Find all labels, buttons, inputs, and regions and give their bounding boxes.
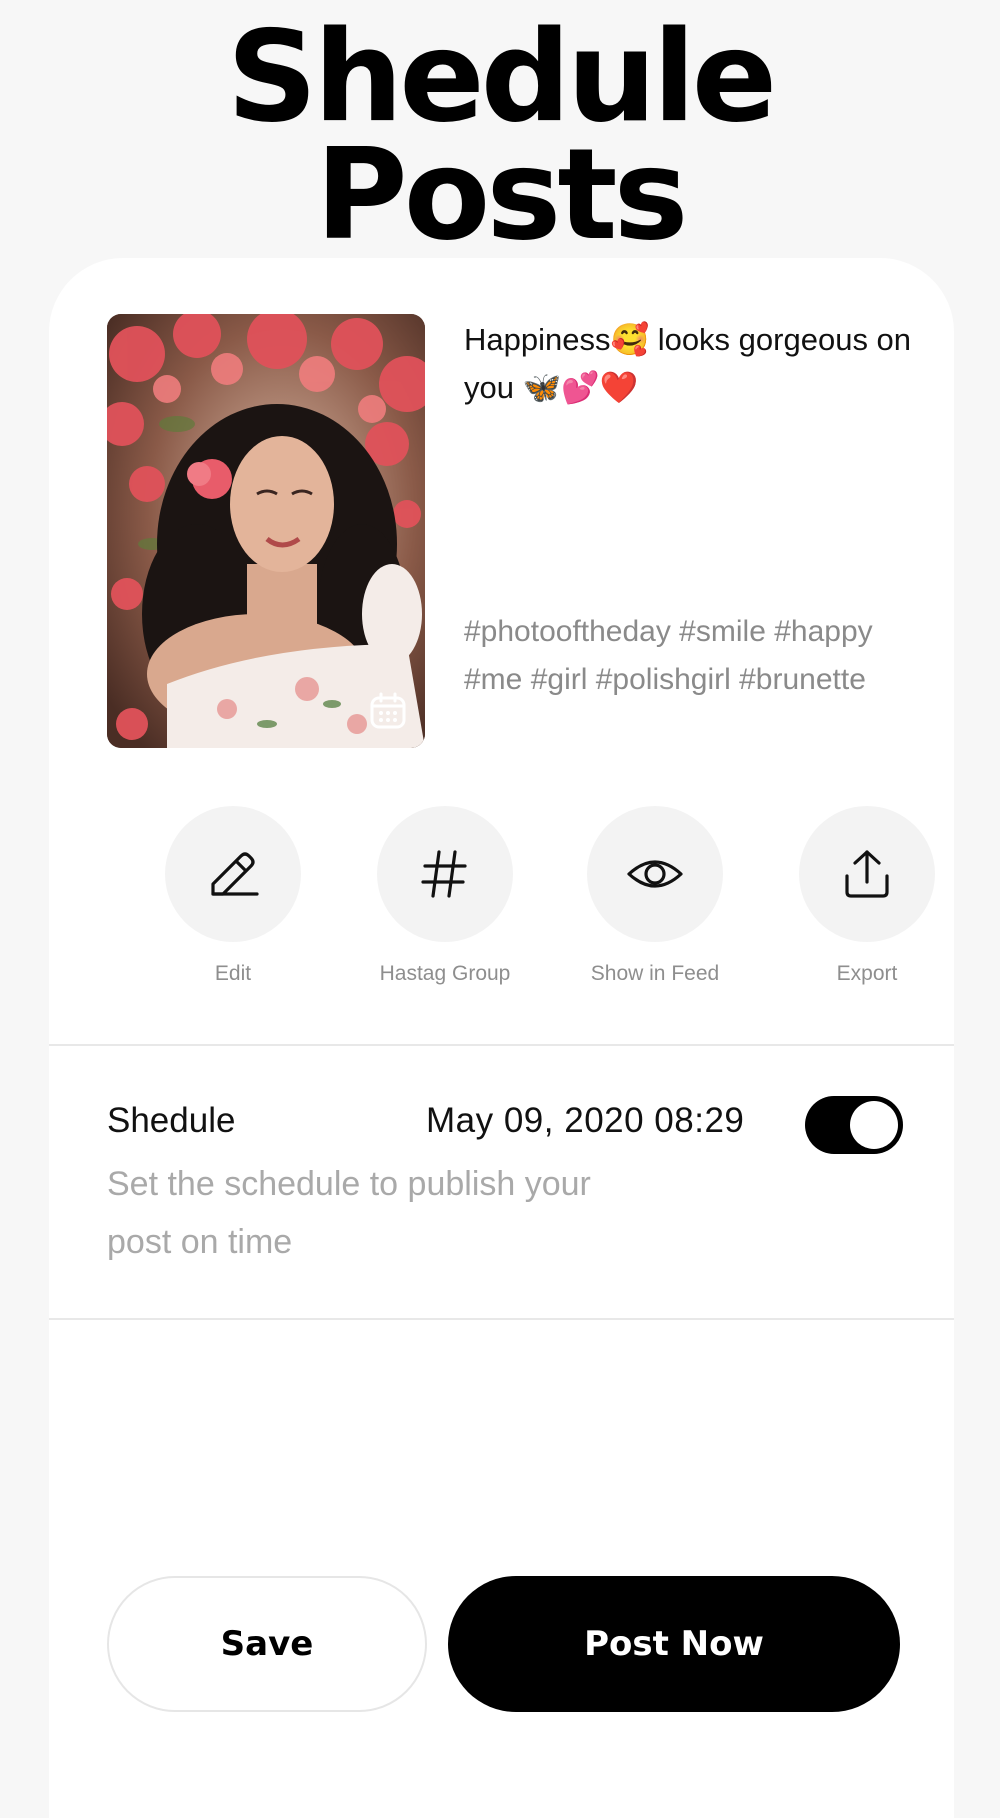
- post-caption: Happiness🥰 looks gorgeous on you 🦋💕❤️: [464, 322, 912, 405]
- save-button[interactable]: Save: [107, 1576, 427, 1712]
- hashtag-group-button[interactable]: Hastag Group: [345, 806, 545, 986]
- export-button-circle[interactable]: [799, 806, 935, 942]
- edit-button-circle[interactable]: [165, 806, 301, 942]
- schedule-datetime[interactable]: May 09, 2020 08:29: [426, 1101, 744, 1141]
- hashtag-group-button-circle[interactable]: [377, 806, 513, 942]
- portrait-photo: [107, 314, 425, 748]
- post-hashtags: #photooftheday #smile #happy #me #girl #…: [464, 615, 873, 696]
- export-label: Export: [836, 962, 898, 985]
- divider-bottom: [49, 1318, 954, 1320]
- schedule-description: Set the schedule to publish your post on…: [107, 1165, 591, 1261]
- show-in-feed-label: Show in Feed: [590, 962, 720, 985]
- schedule-toggle-knob: [850, 1101, 898, 1149]
- export-button[interactable]: Export: [767, 806, 967, 986]
- calendar-icon: [370, 692, 406, 729]
- page-title-line2: Posts: [315, 121, 688, 268]
- page-title-line1: Shedule: [226, 3, 777, 150]
- post-now-button[interactable]: Post Now: [448, 1576, 900, 1712]
- share-icon: [845, 850, 889, 898]
- show-in-feed-button-circle[interactable]: [587, 806, 723, 942]
- pencil-icon: [211, 852, 259, 896]
- edit-label: Edit: [214, 962, 252, 985]
- divider-top: [49, 1044, 954, 1046]
- hashtag-group-label: Hastag Group: [379, 962, 511, 985]
- show-in-feed-button[interactable]: Show in Feed: [555, 806, 755, 986]
- page-title: Shedule Posts: [0, 3, 1000, 268]
- edit-button[interactable]: Edit: [133, 806, 333, 986]
- schedule-toggle[interactable]: [805, 1096, 903, 1154]
- post-actions: Edit Hastag Group Show in Feed Export: [49, 806, 954, 1006]
- hashtag-icon: [421, 850, 467, 898]
- eye-icon: [627, 860, 683, 888]
- schedule-title: Shedule: [107, 1101, 236, 1140]
- post-image[interactable]: [107, 314, 425, 748]
- post-card: Happiness🥰 looks gorgeous on you 🦋💕❤️ #p…: [49, 258, 954, 1818]
